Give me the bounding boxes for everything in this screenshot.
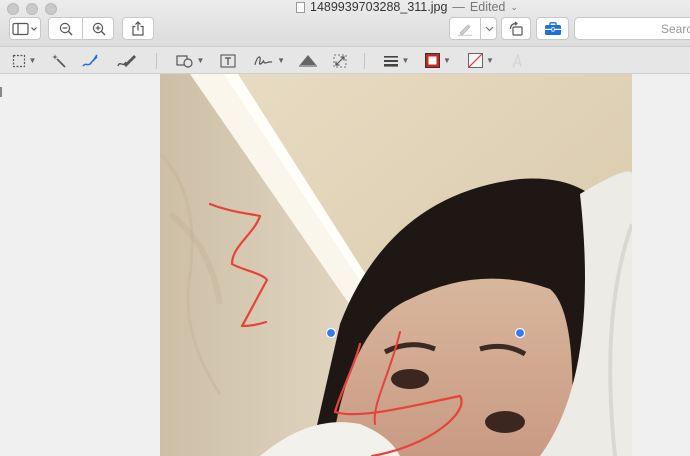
shapes-button[interactable]: ▼ bbox=[174, 52, 206, 69]
fill-color-icon bbox=[468, 53, 484, 68]
close-window-button[interactable] bbox=[7, 3, 19, 15]
sketch-tool-button[interactable] bbox=[79, 52, 101, 69]
instant-alpha-icon bbox=[52, 53, 66, 68]
chevron-down-icon: ▼ bbox=[196, 56, 205, 65]
share-button[interactable] bbox=[122, 17, 154, 40]
window-titlebar: 1489939703288_311.jpg — Edited ⌄ Searc bbox=[0, 0, 690, 46]
border-color-button[interactable]: ▼ bbox=[423, 52, 453, 69]
window-title[interactable]: 1489939703288_311.jpg — Edited ⌄ bbox=[296, 0, 518, 14]
zoom-out-button[interactable] bbox=[49, 18, 82, 39]
toolbar-separator bbox=[364, 53, 365, 69]
selection-handle-right[interactable] bbox=[514, 327, 526, 339]
highlight-pen-icon bbox=[458, 23, 472, 36]
draw-tool-button[interactable] bbox=[114, 52, 140, 69]
selection-tool-button[interactable]: ▼ bbox=[9, 52, 39, 69]
shape-style-button[interactable]: ▼ bbox=[381, 52, 411, 69]
rotate-button[interactable] bbox=[501, 17, 531, 40]
share-icon bbox=[132, 21, 144, 36]
selection-handle-left[interactable] bbox=[325, 327, 337, 339]
text-style-icon bbox=[512, 53, 522, 67]
rotate-left-icon bbox=[509, 21, 523, 36]
filename: 1489939703288_311.jpg bbox=[310, 0, 448, 14]
highlight-options-button[interactable] bbox=[481, 18, 498, 39]
search-input[interactable]: Search bbox=[574, 17, 690, 40]
highlight-control bbox=[449, 17, 497, 40]
adjust-size-button[interactable] bbox=[330, 52, 350, 69]
border-color-icon bbox=[425, 53, 441, 68]
shapes-icon bbox=[175, 54, 193, 68]
document-canvas bbox=[0, 74, 690, 456]
window-controls bbox=[7, 3, 57, 15]
highlight-button[interactable] bbox=[450, 18, 480, 39]
adjust-size-icon bbox=[333, 54, 347, 67]
document-icon bbox=[296, 1, 305, 13]
sidebar-view-button[interactable] bbox=[9, 17, 41, 40]
chevron-down-icon: ▼ bbox=[28, 56, 37, 65]
photo-image bbox=[160, 74, 632, 456]
toolbox-icon bbox=[544, 21, 561, 35]
shape-style-icon bbox=[383, 55, 398, 67]
markup-toolbar: ▼ ▼ ▼ ▼ ▼ ▼ bbox=[0, 46, 690, 74]
zoom-out-icon bbox=[59, 22, 72, 35]
chevron-down-icon: ▼ bbox=[401, 56, 410, 65]
chevron-down-icon: ▼ bbox=[277, 56, 285, 65]
sidebar-icon bbox=[12, 22, 37, 35]
edited-label: Edited bbox=[469, 0, 506, 14]
photo-illustration bbox=[160, 74, 632, 456]
instant-alpha-button[interactable] bbox=[48, 52, 70, 69]
title-separator: — bbox=[452, 0, 465, 14]
zoom-control bbox=[48, 17, 114, 40]
adjust-color-button[interactable] bbox=[297, 52, 319, 69]
sidebar-edge bbox=[0, 87, 2, 97]
zoom-window-button[interactable] bbox=[45, 3, 57, 15]
zoom-in-icon bbox=[92, 22, 106, 35]
text-style-button[interactable] bbox=[508, 52, 526, 69]
markup-toolbar-button[interactable] bbox=[536, 17, 569, 40]
minimize-window-button[interactable] bbox=[26, 3, 38, 15]
sign-button[interactable]: ▼ bbox=[253, 52, 285, 69]
sketch-icon bbox=[82, 54, 98, 67]
chevron-down-icon: ⌄ bbox=[510, 1, 518, 12]
rectangular-selection-icon bbox=[12, 54, 25, 67]
adjust-color-icon bbox=[299, 54, 317, 67]
chevron-down-icon: ▼ bbox=[443, 56, 451, 65]
chevron-down-icon: ▼ bbox=[486, 56, 494, 65]
fill-color-button[interactable]: ▼ bbox=[466, 52, 496, 69]
text-tool-button[interactable] bbox=[217, 52, 239, 69]
sign-icon bbox=[254, 55, 273, 65]
draw-icon bbox=[117, 54, 136, 67]
chevron-down-icon bbox=[485, 26, 494, 31]
toolbar-separator bbox=[156, 53, 157, 69]
text-icon bbox=[220, 53, 236, 68]
zoom-in-button[interactable] bbox=[83, 18, 115, 39]
